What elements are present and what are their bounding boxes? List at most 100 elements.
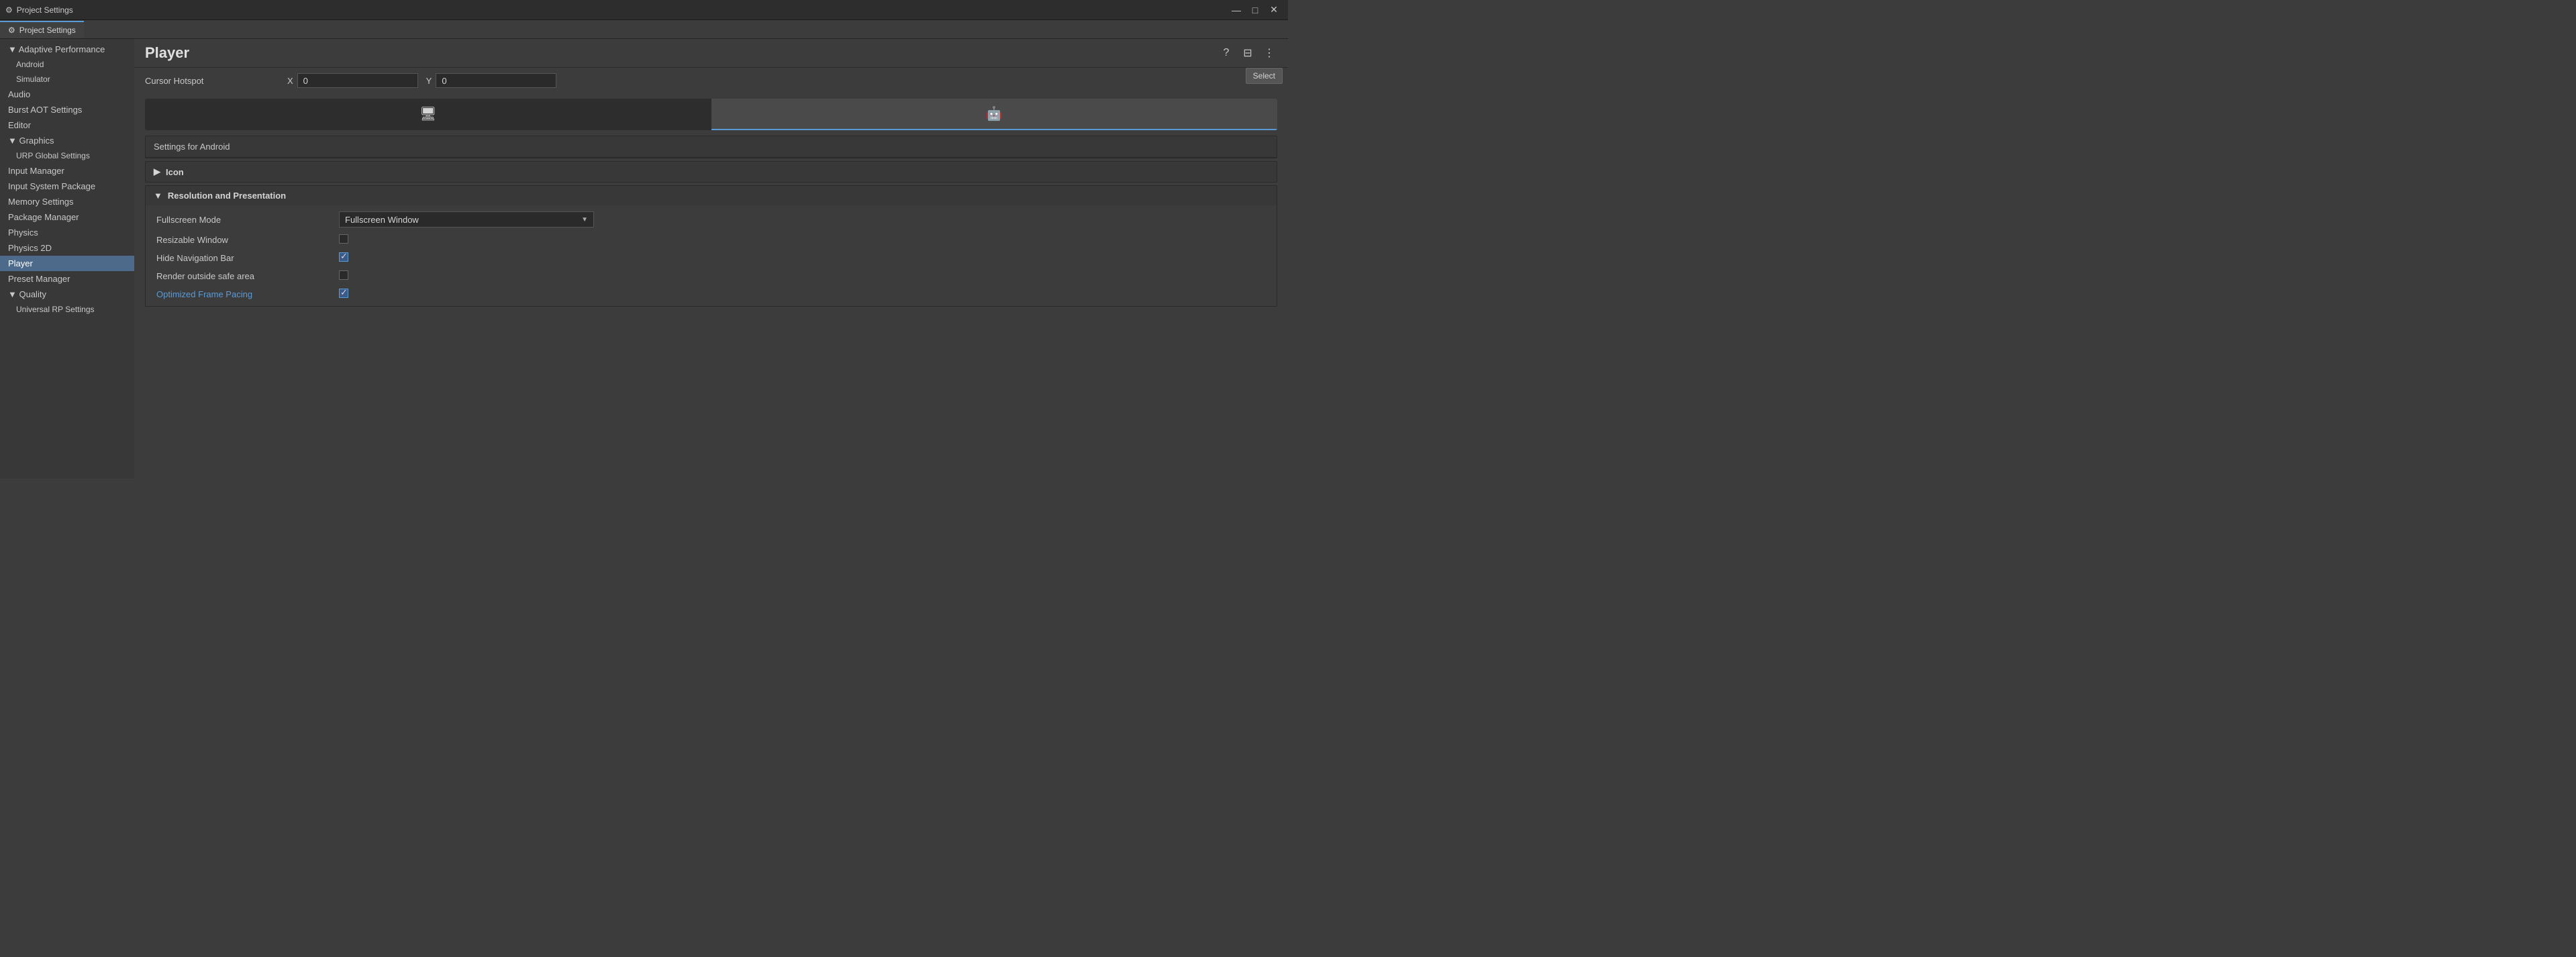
content-header: Player ? ⊟ ⋮: [134, 39, 1288, 68]
header-icons: ? ⊟ ⋮: [1218, 45, 1277, 61]
optimized-frame-label[interactable]: Optimized Frame Pacing: [156, 289, 331, 299]
sidebar-item-input-system[interactable]: Input System Package: [0, 179, 134, 194]
sidebar-item-universal-rp[interactable]: Universal RP Settings: [0, 302, 134, 317]
settings-for-android-section: Settings for Android: [145, 136, 1277, 158]
sidebar-item-label-burst-aot: Burst AOT Settings: [8, 105, 82, 115]
sidebar-item-android[interactable]: Android: [0, 57, 134, 72]
sidebar-item-label-physics-2d: Physics 2D: [8, 243, 52, 253]
sidebar-item-memory-settings[interactable]: Memory Settings: [0, 194, 134, 209]
sidebar-item-audio[interactable]: Audio: [0, 87, 134, 102]
fullscreen-mode-label: Fullscreen Mode: [156, 215, 331, 225]
y-label: Y: [426, 76, 432, 86]
hide-nav-bar-row: Hide Navigation Bar: [146, 249, 1277, 267]
close-button[interactable]: ✕: [1265, 3, 1283, 17]
sidebar-item-label-simulator: Simulator: [16, 74, 50, 84]
tab-icon: ⚙: [8, 26, 15, 35]
resizable-window-row: Resizable Window: [146, 231, 1277, 249]
sidebar-item-label-adaptive-performance: ▼ Adaptive Performance: [8, 44, 105, 54]
cursor-hotspot-row: Cursor Hotspot X Y: [134, 68, 1288, 93]
render-outside-safe-label: Render outside safe area: [156, 271, 331, 281]
minimize-button[interactable]: —: [1228, 3, 1245, 17]
platform-tab-desktop[interactable]: 🖥: [145, 99, 711, 130]
resolution-section-label: Resolution and Presentation: [168, 191, 286, 201]
optimized-frame-value: [339, 289, 1266, 300]
sidebar-item-simulator[interactable]: Simulator: [0, 72, 134, 87]
sidebar-item-physics-2d[interactable]: Physics 2D: [0, 240, 134, 256]
cursor-x-group: X: [287, 73, 418, 88]
resizable-window-value: [339, 234, 1266, 246]
x-label: X: [287, 76, 293, 86]
title-bar-left: ⚙ Project Settings: [5, 5, 73, 15]
main-layout: ▼ Adaptive Performance Android Simulator Au…: [0, 39, 1288, 479]
sidebar-item-label-player: Player: [8, 258, 33, 268]
icon-section: ▶ Icon: [145, 161, 1277, 183]
sidebar-item-label-physics: Physics: [8, 228, 38, 238]
fullscreen-mode-text: Fullscreen Window: [345, 215, 419, 225]
sidebar-item-label-editor: Editor: [8, 120, 31, 130]
project-settings-tab[interactable]: ⚙ Project Settings: [0, 21, 84, 38]
more-button[interactable]: ⋮: [1261, 45, 1277, 61]
page-title: Player: [145, 44, 189, 62]
tab-bar: ⚙ Project Settings: [0, 20, 1288, 39]
sidebar-item-package-manager[interactable]: Package Manager: [0, 209, 134, 225]
tab-label: Project Settings: [19, 26, 76, 35]
icon-section-header[interactable]: ▶ Icon: [146, 162, 1277, 182]
sidebar-item-burst-aot[interactable]: Burst AOT Settings: [0, 102, 134, 117]
resolution-section-triangle: ▼: [154, 191, 162, 201]
hide-nav-bar-value: [339, 252, 1266, 264]
sidebar-item-physics[interactable]: Physics: [0, 225, 134, 240]
sidebar: ▼ Adaptive Performance Android Simulator Au…: [0, 39, 134, 479]
dropdown-arrow-icon: ▼: [581, 216, 588, 223]
render-outside-safe-checkbox[interactable]: [339, 270, 348, 280]
sidebar-item-label-graphics: ▼ Graphics: [8, 136, 54, 146]
sidebar-item-input-manager[interactable]: Input Manager: [0, 163, 134, 179]
sidebar-item-label-universal-rp: Universal RP Settings: [16, 305, 95, 314]
monitor-icon: 🖥: [419, 105, 436, 122]
fullscreen-mode-value: Fullscreen Window ▼: [339, 211, 1266, 228]
sidebar-item-label-input-manager: Input Manager: [8, 166, 64, 176]
sidebar-item-label-preset-manager: Preset Manager: [8, 274, 70, 284]
sidebar-item-preset-manager[interactable]: Preset Manager: [0, 271, 134, 287]
help-button[interactable]: ?: [1218, 45, 1234, 61]
sidebar-item-editor[interactable]: Editor: [0, 117, 134, 133]
select-button[interactable]: Select: [1246, 68, 1283, 84]
sidebar-item-adaptive-performance[interactable]: ▼ Adaptive Performance: [0, 42, 134, 57]
sidebar-item-player[interactable]: Player: [0, 256, 134, 271]
sidebar-item-quality[interactable]: ▼ Quality: [0, 287, 134, 302]
cursor-hotspot-label: Cursor Hotspot: [145, 76, 279, 86]
sidebar-item-label-quality: ▼ Quality: [8, 289, 46, 299]
app-icon: ⚙: [5, 5, 13, 15]
sidebar-item-label-audio: Audio: [8, 89, 30, 99]
hide-nav-bar-checkbox[interactable]: [339, 252, 348, 262]
icon-section-triangle: ▶: [154, 166, 160, 177]
resizable-window-checkbox[interactable]: [339, 234, 348, 244]
optimized-frame-row: Optimized Frame Pacing: [146, 285, 1277, 303]
settings-button[interactable]: ⊟: [1240, 45, 1256, 61]
sidebar-item-graphics[interactable]: ▼ Graphics: [0, 133, 134, 148]
title-bar-controls: — □ ✕: [1228, 3, 1283, 17]
content-area: Player ? ⊟ ⋮ Cursor Hotspot X Y Select: [134, 39, 1288, 479]
render-outside-safe-row: Render outside safe area: [146, 267, 1277, 285]
optimized-frame-checkbox[interactable]: [339, 289, 348, 298]
window-title: Project Settings: [17, 5, 73, 15]
fullscreen-mode-row: Fullscreen Mode Fullscreen Window ▼: [146, 208, 1277, 231]
fullscreen-mode-dropdown[interactable]: Fullscreen Window ▼: [339, 211, 594, 228]
icon-section-label: Icon: [166, 167, 184, 177]
render-outside-safe-value: [339, 270, 1266, 282]
cursor-x-input[interactable]: [297, 73, 418, 88]
sidebar-item-urp-global[interactable]: URP Global Settings: [0, 148, 134, 163]
resolution-section: ▼ Resolution and Presentation Fullscreen…: [145, 185, 1277, 307]
settings-for-android-label: Settings for Android: [146, 136, 1277, 158]
cursor-y-group: Y: [426, 73, 557, 88]
sidebar-item-label-memory-settings: Memory Settings: [8, 197, 74, 207]
sidebar-item-label-input-system: Input System Package: [8, 181, 95, 191]
maximize-button[interactable]: □: [1246, 3, 1264, 17]
resolution-section-body: Fullscreen Mode Fullscreen Window ▼ Resi…: [146, 205, 1277, 306]
cursor-y-input[interactable]: [436, 73, 556, 88]
hide-nav-bar-label: Hide Navigation Bar: [156, 253, 331, 263]
title-bar: ⚙ Project Settings — □ ✕: [0, 0, 1288, 20]
sidebar-item-label-urp-global: URP Global Settings: [16, 151, 90, 160]
resolution-section-header[interactable]: ▼ Resolution and Presentation: [146, 186, 1277, 205]
sidebar-item-label-android: Android: [16, 60, 44, 69]
platform-tab-android[interactable]: 🤖: [711, 99, 1278, 130]
